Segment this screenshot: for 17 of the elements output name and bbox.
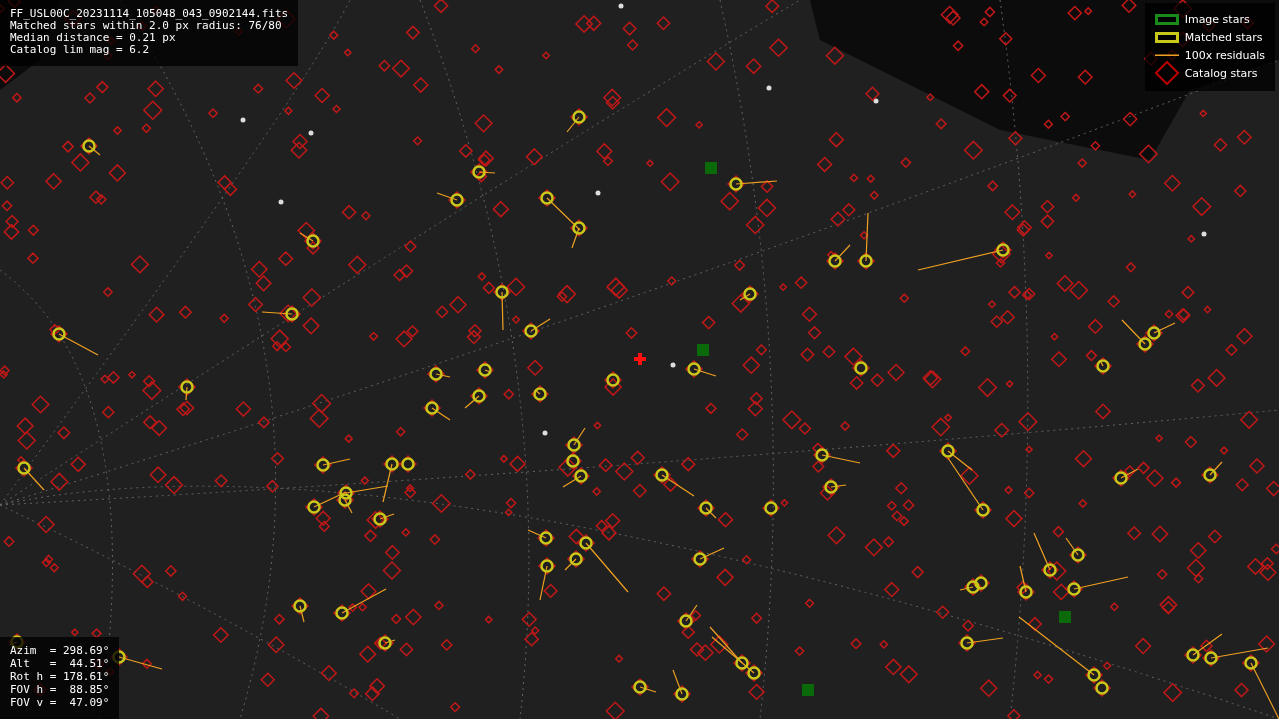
- residual-line-icon: [1154, 53, 1179, 57]
- legend-label: Image stars: [1184, 12, 1250, 26]
- pointing-line: FOV h = 88.85°: [10, 684, 110, 696]
- info-line: Median distance = 0.21 px: [10, 32, 177, 44]
- legend-label: Matched stars: [1184, 30, 1263, 44]
- info-line: Catalog lim mag = 6.2: [10, 44, 151, 56]
- pointing-line: Azim = 298.69°: [10, 645, 110, 657]
- legend-label: 100x residuals: [1184, 48, 1265, 62]
- matched-star-rectangle-icon: [1154, 31, 1179, 43]
- pointing-line: Rot h = 178.61°: [10, 671, 110, 683]
- legend-label: Catalog stars: [1184, 66, 1258, 80]
- pointing-line: FOV v = 47.09°: [10, 697, 110, 709]
- info-line: Matched stars within 2.0 px radius: 76/80: [10, 20, 282, 32]
- pointing-line: Alt = 44.51°: [10, 658, 110, 670]
- diamond-icon: [1154, 61, 1179, 85]
- info-line: FF_USL00C_20231114_105048_043_0902144.fits: [10, 8, 289, 20]
- image-star-rectangle-icon: [1154, 13, 1179, 25]
